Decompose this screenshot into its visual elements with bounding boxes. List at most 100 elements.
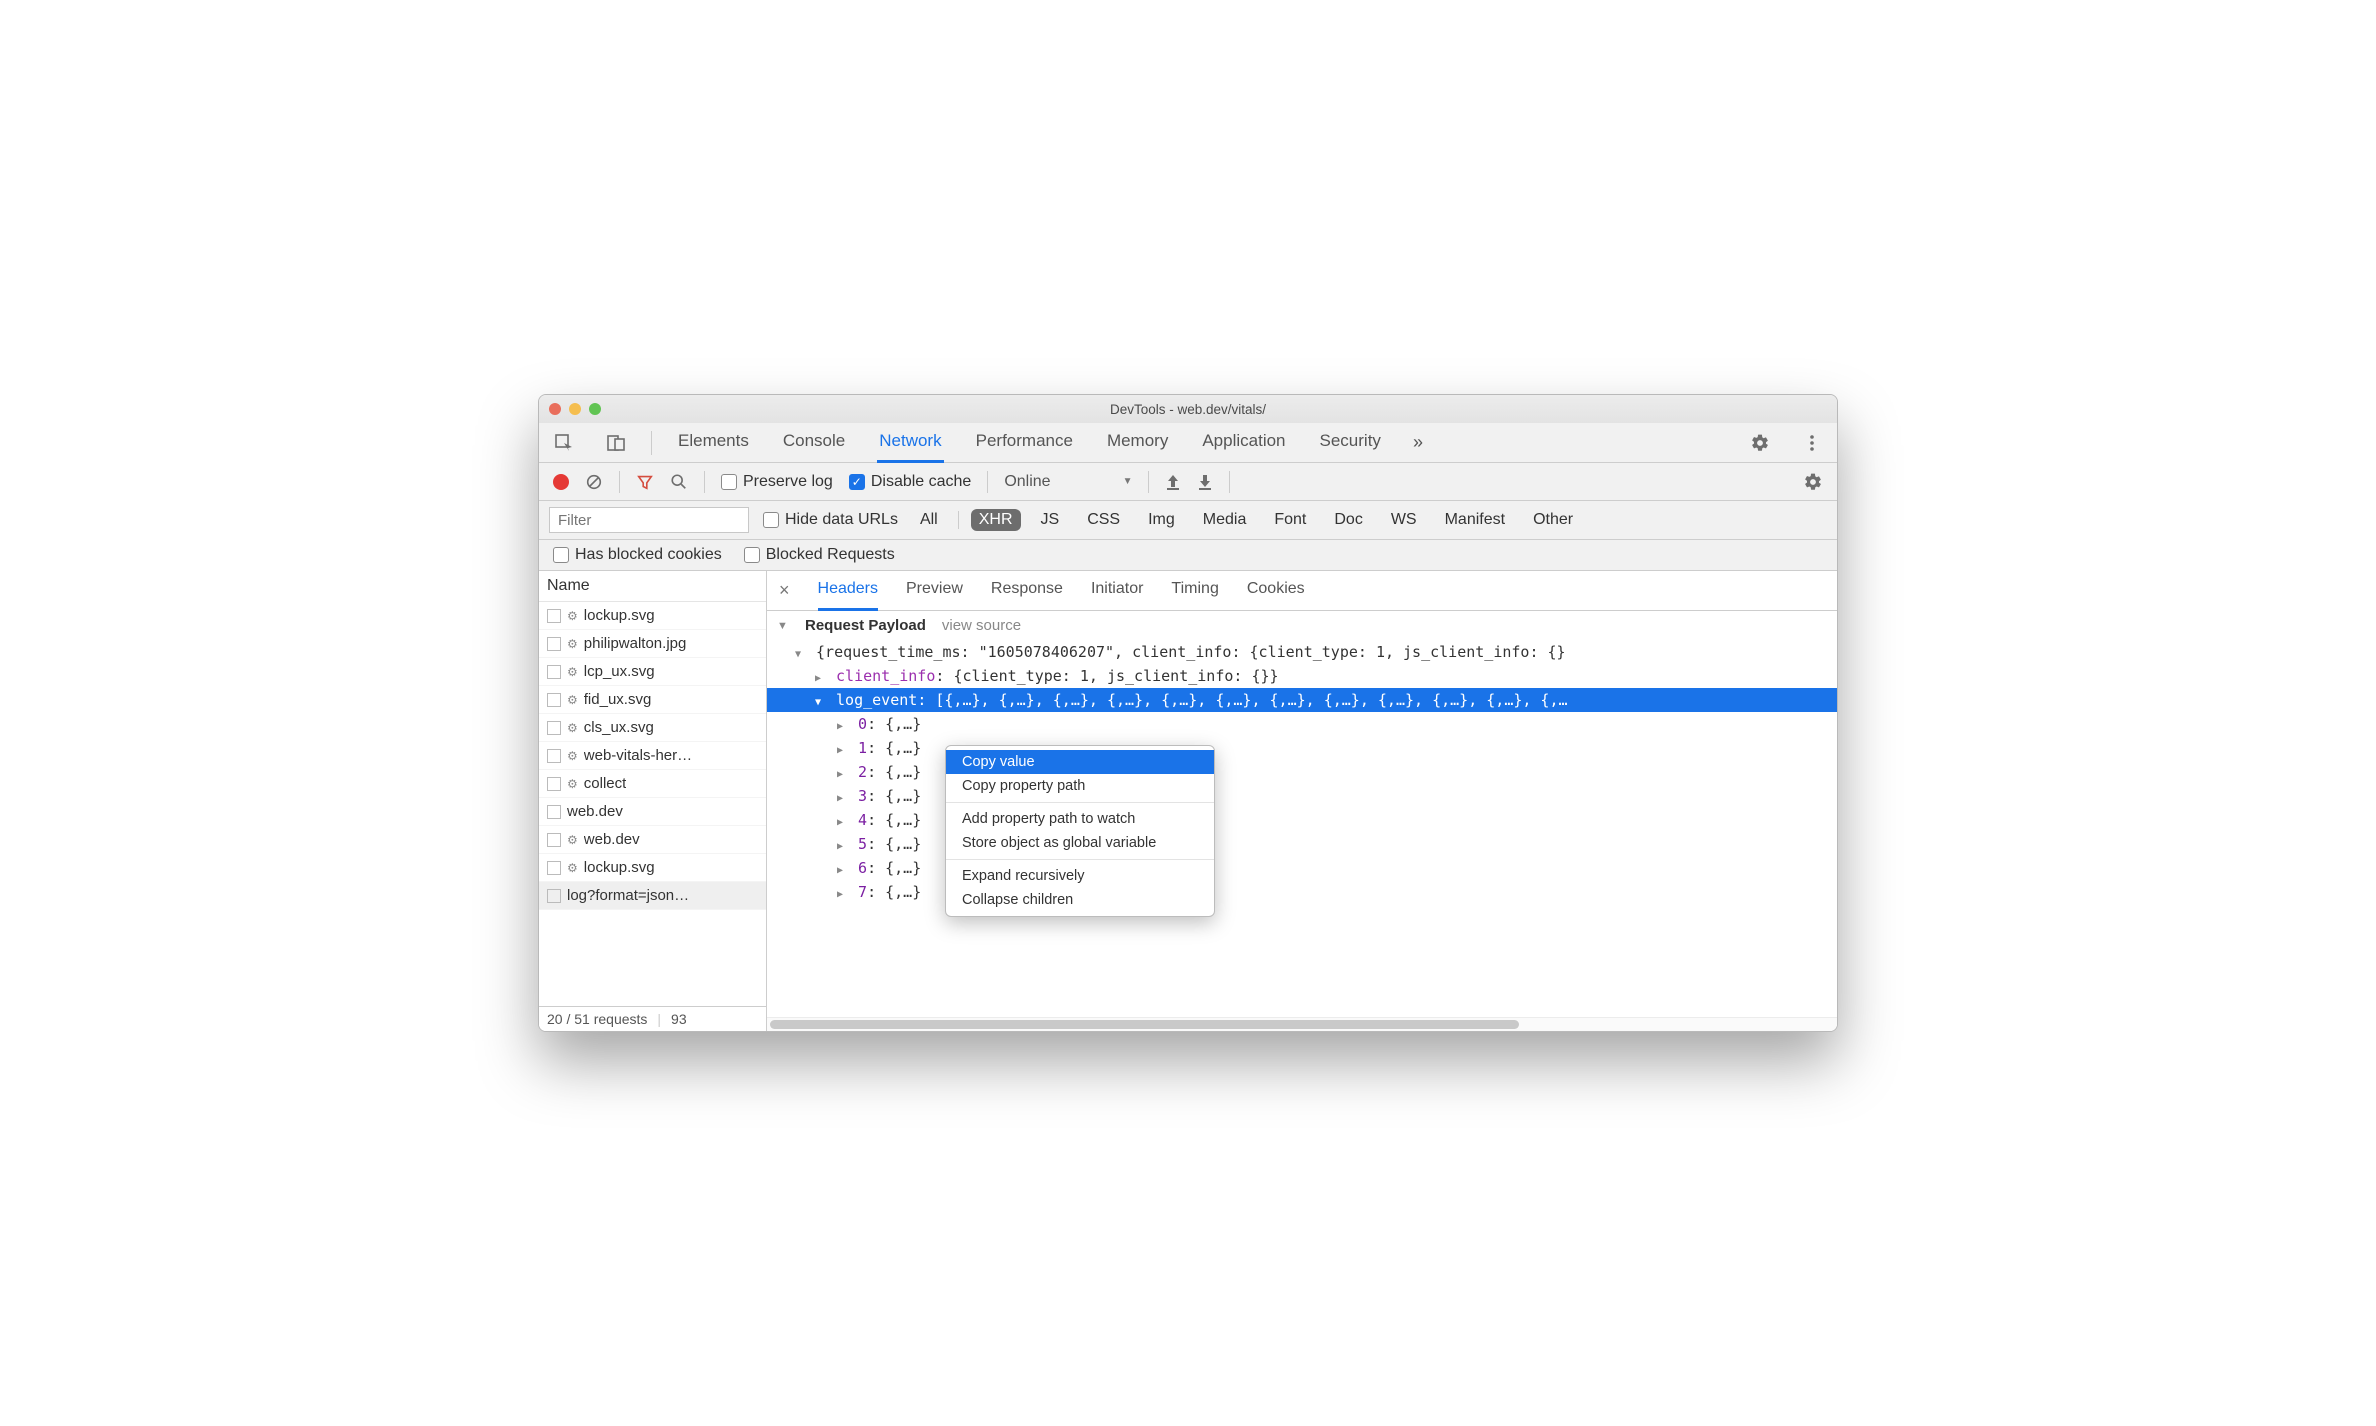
filter-type-manifest[interactable]: Manifest bbox=[1437, 509, 1513, 531]
titlebar: DevTools - web.dev/vitals/ bbox=[539, 395, 1837, 423]
filter-type-css[interactable]: CSS bbox=[1079, 509, 1128, 531]
minimize-window-button[interactable] bbox=[569, 403, 581, 415]
record-button[interactable] bbox=[553, 474, 569, 490]
request-name: web.dev bbox=[584, 831, 640, 848]
detail-tab-cookies[interactable]: Cookies bbox=[1247, 571, 1305, 611]
file-icon bbox=[547, 889, 561, 903]
more-vertical-icon[interactable] bbox=[1801, 432, 1823, 454]
filter-type-font[interactable]: Font bbox=[1266, 509, 1314, 531]
tree-index: 3 bbox=[858, 787, 867, 805]
status-extra: 93 bbox=[671, 1011, 687, 1027]
request-row[interactable]: ⚙cls_ux.svg bbox=[539, 714, 766, 742]
inspect-element-icon[interactable] bbox=[553, 432, 575, 454]
search-icon[interactable] bbox=[670, 473, 688, 491]
tree-row[interactable]: ▶ 6: {,…} bbox=[767, 856, 1837, 880]
filter-type-img[interactable]: Img bbox=[1140, 509, 1183, 531]
filter-type-doc[interactable]: Doc bbox=[1326, 509, 1370, 531]
close-detail-icon[interactable]: × bbox=[779, 580, 790, 601]
menu-item[interactable]: Collapse children bbox=[946, 888, 1214, 912]
gear-icon: ⚙ bbox=[567, 665, 578, 679]
request-row[interactable]: ⚙fid_ux.svg bbox=[539, 686, 766, 714]
tree-row[interactable]: ▶ 7: {,…} bbox=[767, 880, 1837, 904]
throttling-select[interactable]: Online▼ bbox=[1004, 473, 1132, 491]
filter-type-other[interactable]: Other bbox=[1525, 509, 1581, 531]
detail-tab-headers[interactable]: Headers bbox=[818, 571, 878, 611]
request-list-header[interactable]: Name bbox=[539, 571, 766, 602]
menu-separator bbox=[946, 859, 1214, 860]
request-row[interactable]: ⚙web.dev bbox=[539, 826, 766, 854]
gear-icon: ⚙ bbox=[567, 749, 578, 763]
settings-gear-icon[interactable] bbox=[1749, 432, 1771, 454]
triangle-right-icon: ▶ bbox=[837, 769, 849, 780]
detail-tab-initiator[interactable]: Initiator bbox=[1091, 571, 1143, 611]
request-row[interactable]: ⚙web-vitals-her… bbox=[539, 742, 766, 770]
scrollbar-thumb[interactable] bbox=[770, 1020, 1519, 1029]
filter-type-all[interactable]: All bbox=[912, 509, 946, 531]
tree-row[interactable]: ▶ 2: {,…} bbox=[767, 760, 1837, 784]
horizontal-scrollbar[interactable] bbox=[767, 1017, 1837, 1031]
tab-console[interactable]: Console bbox=[781, 422, 847, 463]
tabs-overflow-icon[interactable]: » bbox=[1413, 432, 1423, 453]
menu-item[interactable]: Copy property path bbox=[946, 774, 1214, 798]
request-row[interactable]: ⚙lockup.svg bbox=[539, 602, 766, 630]
upload-har-icon[interactable] bbox=[1165, 473, 1181, 491]
preserve-log-checkbox[interactable]: Preserve log bbox=[721, 473, 833, 491]
request-row[interactable]: ⚙philipwalton.jpg bbox=[539, 630, 766, 658]
tab-performance[interactable]: Performance bbox=[974, 422, 1075, 463]
tree-row[interactable]: ▶ 3: {,…} bbox=[767, 784, 1837, 808]
triangle-right-icon: ▶ bbox=[815, 673, 827, 684]
tab-application[interactable]: Application bbox=[1200, 422, 1287, 463]
payload-section-title: Request Payload bbox=[805, 617, 926, 634]
tree-row[interactable]: ▶ 5: {,…} bbox=[767, 832, 1837, 856]
has-blocked-cookies-checkbox[interactable]: Has blocked cookies bbox=[553, 546, 722, 564]
tree-value: {,…} bbox=[885, 715, 921, 733]
request-row[interactable]: log?format=json… bbox=[539, 882, 766, 910]
tree-row[interactable]: ▶ 4: {,…} bbox=[767, 808, 1837, 832]
filter-input[interactable] bbox=[549, 507, 749, 533]
separator bbox=[987, 471, 988, 493]
throttling-label: Online bbox=[1004, 473, 1050, 491]
filter-type-js[interactable]: JS bbox=[1033, 509, 1068, 531]
detail-tab-timing[interactable]: Timing bbox=[1171, 571, 1218, 611]
hide-data-urls-checkbox[interactable]: Hide data URLs bbox=[763, 511, 898, 529]
request-row[interactable]: ⚙lcp_ux.svg bbox=[539, 658, 766, 686]
clear-icon[interactable] bbox=[585, 473, 603, 491]
tab-security[interactable]: Security bbox=[1318, 422, 1383, 463]
filter-type-media[interactable]: Media bbox=[1195, 509, 1255, 531]
tree-value: {,…} bbox=[885, 835, 921, 853]
tab-elements[interactable]: Elements bbox=[676, 422, 751, 463]
tree-index: 7 bbox=[858, 883, 867, 901]
network-settings-gear-icon[interactable] bbox=[1803, 472, 1823, 492]
filter-type-ws[interactable]: WS bbox=[1383, 509, 1425, 531]
detail-tab-preview[interactable]: Preview bbox=[906, 571, 963, 611]
disable-cache-checkbox[interactable]: Disable cache bbox=[849, 473, 972, 491]
payload-section-header[interactable]: ▼ Request Payload view source bbox=[767, 611, 1837, 640]
zoom-window-button[interactable] bbox=[589, 403, 601, 415]
download-har-icon[interactable] bbox=[1197, 473, 1213, 491]
detail-tab-response[interactable]: Response bbox=[991, 571, 1063, 611]
blocked-requests-checkbox[interactable]: Blocked Requests bbox=[744, 546, 895, 564]
close-window-button[interactable] bbox=[549, 403, 561, 415]
request-row[interactable]: web.dev bbox=[539, 798, 766, 826]
window-controls bbox=[549, 403, 601, 415]
tree-row[interactable]: ▶ 0: {,…} bbox=[767, 712, 1837, 736]
gear-icon: ⚙ bbox=[567, 637, 578, 651]
tree-row[interactable]: ▶ client_info: {client_type: 1, js_clien… bbox=[767, 664, 1837, 688]
menu-item[interactable]: Store object as global variable bbox=[946, 831, 1214, 855]
filter-funnel-icon[interactable] bbox=[636, 473, 654, 491]
triangle-right-icon: ▶ bbox=[837, 841, 849, 852]
tree-row[interactable]: ▶ 1: {,…} bbox=[767, 736, 1837, 760]
tab-network[interactable]: Network bbox=[877, 422, 943, 463]
menu-item[interactable]: Add property path to watch bbox=[946, 807, 1214, 831]
tree-row[interactable]: ▼ {request_time_ms: "1605078406207", cli… bbox=[767, 640, 1837, 664]
view-source-link[interactable]: view source bbox=[942, 617, 1021, 634]
menu-item[interactable]: Copy value bbox=[946, 750, 1214, 774]
tab-memory[interactable]: Memory bbox=[1105, 422, 1170, 463]
request-row[interactable]: ⚙collect bbox=[539, 770, 766, 798]
tree-row-selected[interactable]: ▼ log_event: [{,…}, {,…}, {,…}, {,…}, {,… bbox=[767, 688, 1837, 712]
filter-type-xhr[interactable]: XHR bbox=[971, 509, 1021, 531]
device-toolbar-icon[interactable] bbox=[605, 432, 627, 454]
menu-item[interactable]: Expand recursively bbox=[946, 864, 1214, 888]
request-row[interactable]: ⚙lockup.svg bbox=[539, 854, 766, 882]
window-title: DevTools - web.dev/vitals/ bbox=[539, 402, 1837, 417]
